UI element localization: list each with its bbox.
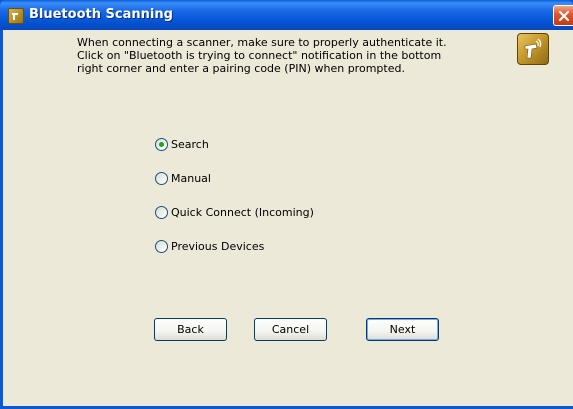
intro-line: When connecting a scanner, make sure to … xyxy=(77,36,447,49)
intro-text: When connecting a scanner, make sure to … xyxy=(77,36,507,75)
radio-quick-connect[interactable] xyxy=(155,205,168,219)
close-icon xyxy=(558,10,570,22)
dialog-window: Bluetooth Scanning When connecting a sca… xyxy=(0,0,573,409)
option-label: Previous Devices xyxy=(171,239,265,253)
back-button[interactable]: Back xyxy=(154,318,227,341)
window-title: Bluetooth Scanning xyxy=(29,7,173,22)
option-label: Manual xyxy=(171,171,211,185)
intro-line: right corner and enter a pairing code (P… xyxy=(77,62,405,75)
option-quick-connect[interactable]: Quick Connect (Incoming) xyxy=(155,204,314,220)
option-search[interactable]: Search xyxy=(155,136,209,152)
scanner-app-icon xyxy=(8,8,24,24)
bluetooth-scanner-icon xyxy=(517,33,549,65)
option-manual[interactable]: Manual xyxy=(155,170,211,186)
title-bar[interactable]: Bluetooth Scanning xyxy=(0,0,573,30)
option-label: Search xyxy=(171,137,209,151)
next-button[interactable]: Next xyxy=(366,318,439,341)
close-button[interactable] xyxy=(553,5,573,26)
intro-line: Click on "Bluetooth is trying to connect… xyxy=(77,49,442,62)
radio-search[interactable] xyxy=(155,137,168,151)
cancel-button[interactable]: Cancel xyxy=(254,318,327,341)
radio-previous-devices[interactable] xyxy=(155,239,168,253)
option-label: Quick Connect (Incoming) xyxy=(171,205,314,219)
option-previous-devices[interactable]: Previous Devices xyxy=(155,238,264,254)
radio-manual[interactable] xyxy=(155,171,168,185)
